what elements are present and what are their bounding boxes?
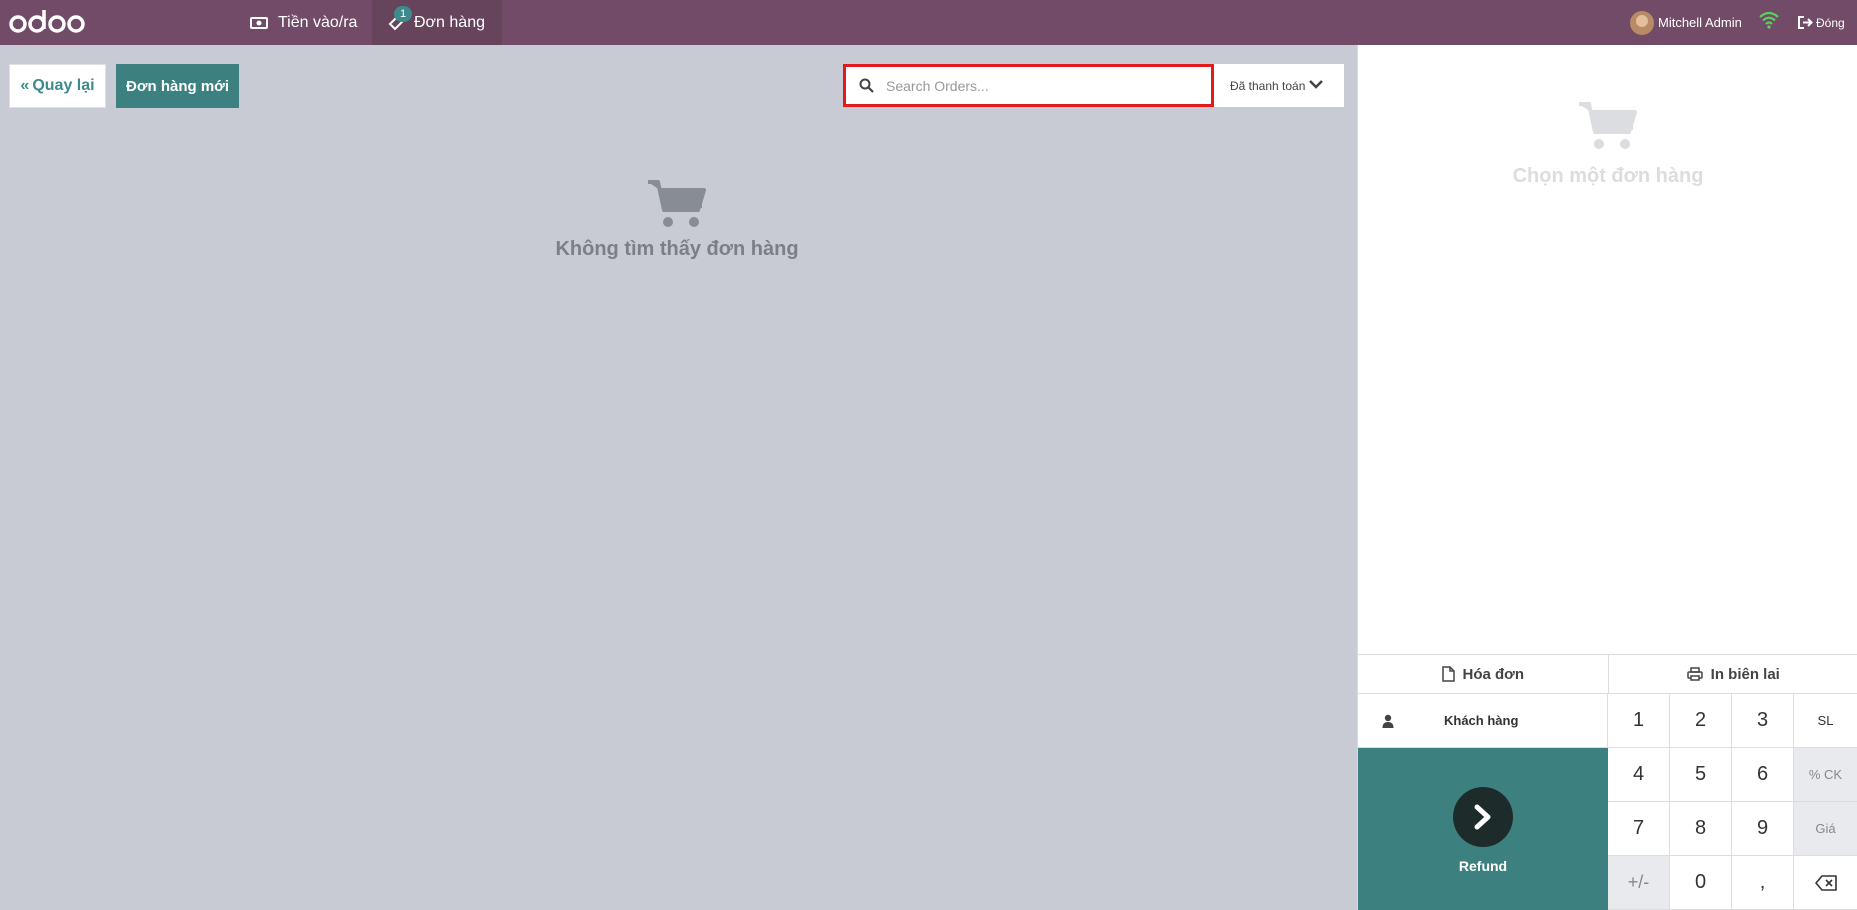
empty-orders-message: Không tìm thấy đơn hàng: [555, 238, 799, 260]
orders-tab[interactable]: 1 Đơn hàng: [372, 0, 502, 45]
select-order-placeholder: Chọn một đơn hàng: [1358, 100, 1857, 188]
orders-tab-label: Đơn hàng: [414, 13, 485, 31]
numpad: 1 2 3 SL 4 5 6 % CK 7 8 9 Giá +/- 0 ,: [1608, 694, 1857, 910]
numpad-key-7[interactable]: 7: [1608, 802, 1670, 856]
reprint-receipt-button[interactable]: In biên lai: [1607, 655, 1857, 693]
numpad-key-8[interactable]: 8: [1670, 802, 1732, 856]
status-filter-label: Đã thanh toán: [1230, 78, 1306, 93]
numpad-key-1[interactable]: 1: [1608, 694, 1670, 748]
odoo-logo[interactable]: [9, 7, 87, 37]
refund-circle: [1453, 787, 1513, 847]
numpad-key-0[interactable]: 0: [1670, 856, 1732, 910]
user-icon: [1382, 714, 1394, 728]
numpad-key-3[interactable]: 3: [1732, 694, 1794, 748]
shopping-cart-icon: [648, 180, 706, 227]
money-icon: [250, 16, 268, 29]
numpad-key-backspace[interactable]: [1794, 856, 1857, 910]
status-filter-dropdown[interactable]: Đã thanh toán: [1214, 64, 1344, 107]
shopping-cart-icon: [1579, 102, 1637, 149]
numpad-mode-discount[interactable]: % CK: [1794, 748, 1857, 802]
invoice-label: Hóa đơn: [1462, 665, 1525, 683]
cash-in-out-button[interactable]: Tiền vào/ra: [234, 0, 373, 45]
select-order-message: Chọn một đơn hàng: [1512, 165, 1704, 187]
back-button[interactable]: « Quay lại: [9, 64, 106, 108]
numpad-mode-quantity[interactable]: SL: [1794, 694, 1857, 748]
new-order-label: Đơn hàng mới: [126, 77, 229, 95]
new-order-button[interactable]: Đơn hàng mới: [116, 64, 239, 108]
close-session-label: Đóng: [1816, 15, 1845, 30]
backspace-icon: [1814, 874, 1837, 891]
numpad-key-6[interactable]: 6: [1732, 748, 1794, 802]
refund-label: Refund: [1458, 858, 1508, 874]
numpad-key-plus-minus[interactable]: +/-: [1608, 856, 1670, 910]
top-navbar: Tiền vào/ra 1 Đơn hàng Mitchell Admin Đó…: [0, 0, 1857, 45]
numpad-key-5[interactable]: 5: [1670, 748, 1732, 802]
user-menu[interactable]: Mitchell Admin: [1630, 0, 1742, 45]
numpad-key-9[interactable]: 9: [1732, 802, 1794, 856]
customer-button[interactable]: Khách hàng: [1358, 694, 1608, 748]
orders-count-badge: 1: [394, 6, 413, 22]
sign-out-icon: [1798, 16, 1813, 29]
wifi-icon: [1759, 11, 1779, 29]
numpad-key-decimal[interactable]: ,: [1732, 856, 1794, 910]
order-details-panel: Chọn một đơn hàng Hóa đơn In biên lai Kh…: [1357, 45, 1857, 910]
search-input[interactable]: [886, 77, 1186, 94]
numpad-mode-price[interactable]: Giá: [1794, 802, 1857, 856]
user-name: Mitchell Admin: [1658, 15, 1742, 30]
chevron-down-icon: [1309, 80, 1323, 89]
cash-in-out-label: Tiền vào/ra: [278, 13, 358, 31]
numpad-key-4[interactable]: 4: [1608, 748, 1670, 802]
printer-icon: [1686, 667, 1703, 681]
order-actions: Hóa đơn In biên lai: [1358, 654, 1857, 694]
reprint-receipt-label: In biên lai: [1710, 665, 1780, 683]
close-session-button[interactable]: Đóng: [1798, 0, 1845, 45]
search-icon: [859, 78, 874, 93]
double-chevron-left-icon: «: [20, 77, 30, 94]
search-bar: [843, 64, 1214, 107]
pdf-file-icon: [1441, 666, 1455, 682]
back-button-label: Quay lại: [32, 77, 95, 94]
avatar: [1630, 10, 1654, 35]
chevron-right-icon: [1474, 804, 1491, 830]
numpad-key-2[interactable]: 2: [1670, 694, 1732, 748]
empty-orders-state: Không tìm thấy đơn hàng: [477, 178, 877, 261]
invoice-button[interactable]: Hóa đơn: [1358, 655, 1608, 693]
customer-label: Khách hàng: [1444, 713, 1519, 728]
refund-button[interactable]: Refund: [1358, 748, 1608, 910]
